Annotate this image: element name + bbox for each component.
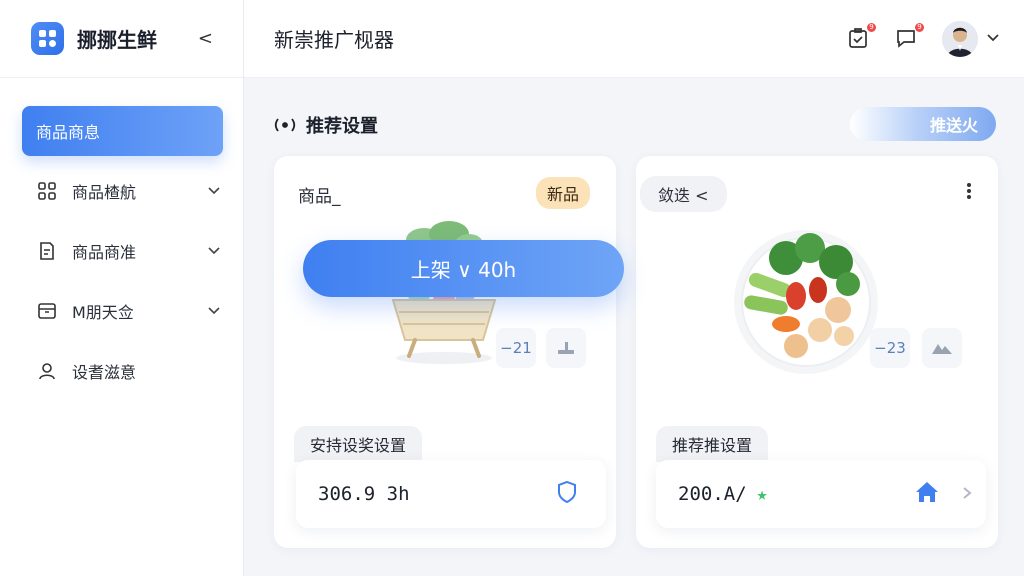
chevron-down-icon bbox=[207, 182, 221, 201]
document-icon bbox=[36, 240, 58, 262]
sidebar: 挪挪生鲜 < 商品商息 商品楂航 商品商准 M朋天佥 设耆滋意 bbox=[0, 0, 244, 576]
header-actions: 9 9 bbox=[824, 20, 1024, 57]
push-button[interactable]: 推送火 bbox=[850, 107, 996, 141]
joystick-icon[interactable] bbox=[546, 328, 586, 368]
stat-box: 200.A/ ★ bbox=[656, 460, 986, 528]
app-root: 挪挪生鲜 < 商品商息 商品楂航 商品商准 M朋天佥 设耆滋意 新崇推广枧器 9… bbox=[0, 0, 1024, 576]
chevron-down-icon bbox=[207, 242, 221, 261]
sidebar-item-m-service[interactable]: M朋天佥 bbox=[22, 286, 223, 336]
brand: 挪挪生鲜 < bbox=[0, 0, 243, 78]
user-icon bbox=[36, 360, 58, 382]
brand-logo bbox=[31, 22, 64, 55]
product-card-new: 商品_ 新品 −21 安持设奖设置 306.9 3h bbox=[274, 156, 616, 548]
chevron-down-icon[interactable] bbox=[986, 29, 1000, 48]
sidebar-nav: 商品商息 商品楂航 商品商准 M朋天佥 设耆滋意 bbox=[0, 78, 243, 396]
listing-status-button[interactable]: 上架 ∨ 40h bbox=[303, 240, 624, 297]
top-header: 新崇推广枧器 9 9 bbox=[244, 0, 1024, 78]
section-title: 推荐设置 bbox=[274, 112, 378, 138]
sidebar-item-product-standard[interactable]: 商品商准 bbox=[22, 226, 223, 276]
salad-plate-image bbox=[734, 230, 878, 374]
terrain-icon[interactable] bbox=[922, 328, 962, 368]
brand-name: 挪挪生鲜 bbox=[77, 28, 157, 52]
sidebar-item-product-nav[interactable]: 商品楂航 bbox=[22, 166, 223, 216]
task-notification-button[interactable]: 9 bbox=[846, 21, 877, 52]
shield-icon[interactable] bbox=[556, 480, 578, 509]
sidebar-item-settings[interactable]: 设耆滋意 bbox=[22, 346, 223, 396]
stat-value: 306.9 3h bbox=[318, 483, 410, 505]
sidebar-item-label: 商品楂航 bbox=[72, 183, 137, 202]
mini-stat: −23 bbox=[870, 328, 910, 368]
grid-icon bbox=[36, 180, 58, 202]
star-icon: ★ bbox=[756, 483, 768, 505]
sidebar-item-label: 商品商息 bbox=[36, 123, 101, 142]
section-title-text: 推荐设置 bbox=[306, 116, 378, 137]
chevron-down-icon bbox=[207, 302, 221, 321]
filter-pill[interactable]: 敛迭 < bbox=[640, 176, 727, 212]
notification-badge: 9 bbox=[866, 21, 877, 33]
stat-box: 306.9 3h bbox=[296, 460, 606, 528]
message-notification-button[interactable]: 9 bbox=[894, 21, 925, 52]
notification-badge: 9 bbox=[914, 21, 925, 33]
collapse-sidebar-button[interactable]: < bbox=[198, 28, 213, 49]
sidebar-item-label: M朋天佥 bbox=[72, 303, 134, 322]
mini-stat: −21 bbox=[496, 328, 536, 368]
more-vertical-icon[interactable] bbox=[966, 182, 972, 204]
product-card-selected: 敛迭 < −23 推荐推设置 200.A/ ★ bbox=[636, 156, 998, 548]
avatar[interactable] bbox=[942, 20, 978, 57]
sub-label: 推荐推设置 bbox=[656, 426, 769, 462]
card-icon bbox=[36, 300, 58, 322]
new-badge: 新品 bbox=[535, 177, 590, 209]
broadcast-icon bbox=[274, 118, 296, 132]
sidebar-item-label: 设耆滋意 bbox=[72, 363, 137, 382]
card-label: 商品_ bbox=[298, 187, 341, 207]
home-icon[interactable] bbox=[914, 480, 940, 509]
sub-label: 安持设奖设置 bbox=[294, 426, 423, 462]
sidebar-item-label: 商品商准 bbox=[72, 243, 137, 262]
stat-value: 200.A/ bbox=[678, 483, 747, 505]
chevron-right-icon[interactable] bbox=[962, 483, 972, 505]
page-title: 新崇推广枧器 bbox=[274, 28, 394, 52]
sidebar-item-product-info[interactable]: 商品商息 bbox=[22, 106, 223, 156]
